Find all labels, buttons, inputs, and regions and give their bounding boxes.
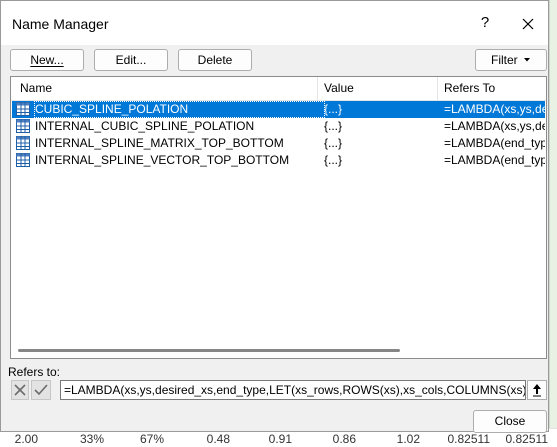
close-window-button[interactable] bbox=[515, 11, 541, 37]
named-range-icon bbox=[16, 136, 30, 150]
scrollbar-thumb[interactable] bbox=[18, 349, 400, 352]
sheet-cell: 33% bbox=[79, 432, 104, 446]
close-icon bbox=[522, 18, 534, 30]
sheet-cell: 0.82511 bbox=[505, 432, 549, 446]
row-value: {...} bbox=[324, 153, 343, 167]
filter-button-label: Filter bbox=[490, 53, 518, 67]
column-divider[interactable] bbox=[317, 77, 318, 100]
row-name: INTERNAL_SPLINE_MATRIX_TOP_BOTTOM bbox=[35, 136, 284, 150]
dropdown-arrow-icon bbox=[524, 58, 530, 62]
collapse-up-arrow-icon bbox=[533, 384, 541, 397]
delete-button[interactable]: Delete bbox=[178, 49, 252, 71]
row-refers-to: =LAMBDA(xs,ys,des... bbox=[444, 119, 545, 133]
row-name: CUBIC_SPLINE_POLATION bbox=[34, 101, 325, 118]
title-bar[interactable]: Name Manager ? bbox=[1, 1, 548, 45]
confirm-edit-button[interactable] bbox=[31, 380, 51, 400]
name-row[interactable]: INTERNAL_SPLINE_VECTOR_TOP_BOTTOM {...} =L… bbox=[12, 152, 545, 169]
name-row[interactable]: INTERNAL_CUBIC_SPLINE_POLATION {...} =LAMB… bbox=[12, 118, 545, 135]
sheet-cell: 0.82511 bbox=[447, 432, 491, 446]
checkmark-icon bbox=[34, 384, 48, 396]
filter-button[interactable]: Filter bbox=[475, 49, 547, 71]
column-header-value[interactable]: Value bbox=[324, 77, 354, 100]
name-row[interactable]: INTERNAL_SPLINE_MATRIX_TOP_BOTTOM {...} =L… bbox=[12, 135, 545, 152]
names-list[interactable]: Name Value Refers To CUBIC_SPLINE_POLATI… bbox=[10, 76, 547, 359]
collapse-dialog-button[interactable] bbox=[527, 380, 547, 400]
help-button[interactable]: ? bbox=[473, 11, 497, 35]
sheet-cell: 0.86 bbox=[332, 432, 356, 446]
named-range-icon bbox=[16, 153, 30, 167]
row-value: {...} bbox=[324, 119, 343, 133]
cancel-x-icon bbox=[14, 384, 26, 396]
sheet-cell: 0.48 bbox=[206, 432, 230, 446]
row-refers-to: =LAMBDA(end_typ... bbox=[444, 136, 545, 150]
sheet-cell: 1.02 bbox=[396, 432, 420, 446]
name-row[interactable]: CUBIC_SPLINE_POLATION {...} =LAMBDA(xs,ys,… bbox=[12, 101, 545, 118]
delete-button-label: Delete bbox=[197, 53, 233, 67]
named-range-icon bbox=[16, 102, 30, 116]
new-button-label: New... bbox=[30, 53, 64, 67]
horizontal-scrollbar[interactable] bbox=[12, 342, 545, 358]
row-name: INTERNAL_SPLINE_VECTOR_TOP_BOTTOM bbox=[35, 153, 290, 167]
sheet-cell: 2.00 bbox=[14, 432, 38, 446]
cancel-edit-button[interactable] bbox=[11, 380, 29, 400]
sheet-cell: 0.91 bbox=[268, 432, 292, 446]
row-refers-to: =LAMBDA(xs,ys,des... bbox=[444, 102, 545, 116]
background-sheet-edge bbox=[549, 0, 557, 446]
edit-button[interactable]: Edit... bbox=[94, 49, 168, 71]
dialog-title: Name Manager bbox=[12, 16, 109, 32]
row-refers-to: =LAMBDA(end_typ... bbox=[444, 153, 545, 167]
row-value: {...} bbox=[324, 102, 343, 116]
new-button[interactable]: New... bbox=[10, 49, 84, 71]
named-range-icon bbox=[16, 119, 30, 133]
close-button-label: Close bbox=[494, 414, 526, 428]
row-name: INTERNAL_CUBIC_SPLINE_POLATION bbox=[35, 119, 255, 133]
column-header-name[interactable]: Name bbox=[20, 77, 52, 100]
close-button[interactable]: Close bbox=[473, 410, 547, 433]
edit-button-label: Edit... bbox=[115, 53, 147, 67]
name-manager-dialog: Name Manager ? New... Edit... Delete Fil… bbox=[0, 0, 549, 433]
list-header: Name Value Refers To bbox=[11, 77, 546, 101]
row-value: {...} bbox=[324, 136, 343, 150]
refers-to-input[interactable]: =LAMBDA(xs,ys,desired_xs,end_type,LET(xs… bbox=[60, 380, 526, 400]
refers-to-label: Refers to: bbox=[8, 365, 61, 379]
column-divider[interactable] bbox=[437, 77, 438, 100]
sheet-cell: 67% bbox=[139, 432, 164, 446]
column-header-refers-to[interactable]: Refers To bbox=[444, 77, 495, 100]
